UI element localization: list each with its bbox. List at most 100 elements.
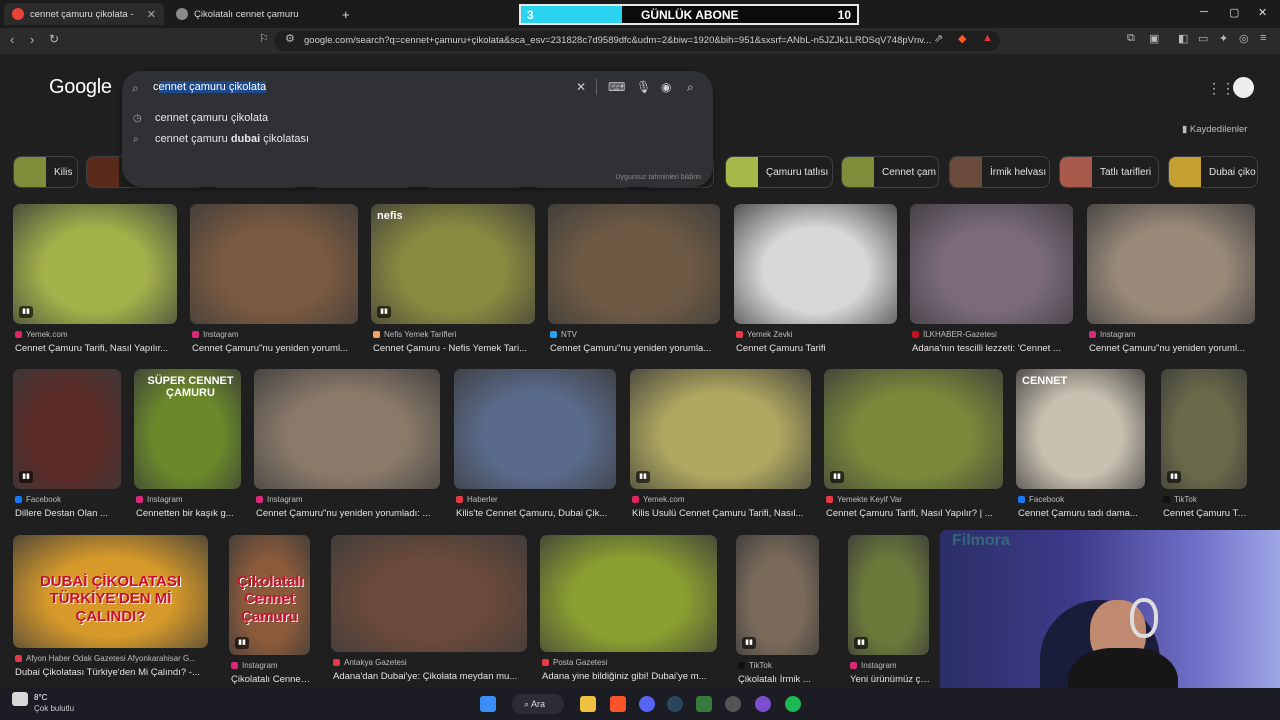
- search-input[interactable]: cennet çamuru çikolata: [153, 81, 267, 93]
- related-chip[interactable]: Cennet çam: [841, 156, 939, 188]
- discord-icon[interactable]: [639, 696, 655, 712]
- result-source[interactable]: İLKHABER-Gazetesi: [912, 330, 1075, 339]
- related-chip[interactable]: Tatlı tarifleri: [1059, 156, 1159, 188]
- saved-link[interactable]: ▮ Kaydedilenler: [1182, 124, 1247, 135]
- image-result[interactable]: Çikolatalı Cennet Çamuru ▮▮ Instagram Çikol…: [229, 535, 312, 685]
- result-title[interactable]: Cennet Çamuru Ta...: [1163, 508, 1249, 519]
- avatar[interactable]: [1233, 77, 1254, 98]
- result-title[interactable]: Cennet Çamuru"nu yeniden yoruml...: [192, 343, 360, 354]
- result-thumbnail[interactable]: [910, 204, 1073, 324]
- spotify-icon[interactable]: [785, 696, 801, 712]
- image-result[interactable]: ▮▮ Yemek.com Kilis Usulü Cennet Çamuru Tar…: [630, 369, 811, 519]
- image-result[interactable]: ▮▮ TikTok Cennet Çamuru Ta...: [1161, 369, 1249, 519]
- image-result[interactable]: nefis ▮▮ Nefis Yemek Tarifleri Cennet Çamur…: [371, 204, 535, 354]
- microphone-icon[interactable]: 🎙: [636, 80, 651, 94]
- steam-icon[interactable]: [667, 696, 683, 712]
- result-source[interactable]: Afyon Haber Odak Gazetesi Afyonkarahisar…: [15, 654, 210, 663]
- result-source[interactable]: Yemekte Keyif Var: [826, 495, 1005, 504]
- result-title[interactable]: Cennet Çamuru Tarifi, Nasıl Yapılır? | .…: [826, 508, 1005, 519]
- close-tab-icon[interactable]: ✕: [147, 8, 156, 21]
- new-tab-button[interactable]: +: [334, 3, 358, 25]
- result-source[interactable]: Yemek Zevki: [736, 330, 899, 339]
- result-title[interactable]: Cennet Çamuru Tarifi: [736, 343, 899, 354]
- image-result[interactable]: CENNET Facebook Cennet Çamuru tadı dama...: [1016, 369, 1145, 519]
- result-source[interactable]: Instagram: [1089, 330, 1257, 339]
- result-thumbnail[interactable]: DUBAİ ÇİKOLATASI TÜRKİYE'DEN Mİ ÇALINDI?: [13, 535, 208, 648]
- image-result[interactable]: DUBAİ ÇİKOLATASI TÜRKİYE'DEN Mİ ÇALINDI?…: [13, 535, 208, 685]
- result-thumbnail[interactable]: [254, 369, 440, 489]
- result-source[interactable]: Instagram: [192, 330, 360, 339]
- menu-icon[interactable]: ≡: [1260, 32, 1266, 44]
- image-result[interactable]: İLKHABER-Gazetesi Adana'nın tescilli lezz…: [910, 204, 1073, 354]
- suggestion-item[interactable]: ◷ cennet çamuru çikolata: [133, 112, 268, 124]
- result-source[interactable]: Yemek.com: [15, 330, 179, 339]
- game-launcher-icon[interactable]: [696, 696, 712, 712]
- result-thumbnail[interactable]: [454, 369, 616, 489]
- result-title[interactable]: Cennet Çamuru Tarifi, Nasıl Yapılır...: [15, 343, 179, 354]
- result-source[interactable]: Yemek.com: [632, 495, 813, 504]
- result-source[interactable]: NTV: [550, 330, 722, 339]
- google-logo[interactable]: Google: [49, 76, 112, 99]
- keyboard-icon[interactable]: ⌨: [608, 80, 625, 94]
- result-thumbnail[interactable]: ▮▮: [13, 204, 177, 324]
- share-icon[interactable]: ⇗: [934, 32, 943, 45]
- result-title[interactable]: Cennet Çamuru - Nefis Yemek Tari...: [373, 343, 537, 354]
- result-title[interactable]: Kilis'te Cennet Çamuru, Dubai Çik...: [456, 508, 618, 519]
- result-title[interactable]: Çikolatalı Cennet ...: [231, 674, 312, 685]
- image-result[interactable]: Posta Gazetesi Adana yine bildiğiniz gibi…: [540, 535, 717, 685]
- result-title[interactable]: Kilis Usulü Cennet Çamuru Tarifi, Nasıl.…: [632, 508, 813, 519]
- result-title[interactable]: Dillere Destan Olan ...: [15, 508, 123, 519]
- result-title[interactable]: Cennet Çamuru"nu yeniden yorumla...: [550, 343, 722, 354]
- result-thumbnail[interactable]: [190, 204, 358, 324]
- result-source[interactable]: TikTok: [1163, 495, 1249, 504]
- report-predictions-link[interactable]: Uygunsuz tahminleri bildirin: [615, 174, 701, 181]
- bookmark-icon[interactable]: ⚐: [259, 32, 269, 45]
- search-submit-icon[interactable]: ⌕: [687, 80, 694, 95]
- result-title[interactable]: Çikolatalı İrmik ...: [738, 674, 821, 685]
- result-source[interactable]: Instagram: [256, 495, 442, 504]
- vpn-icon[interactable]: ◎: [1239, 32, 1249, 45]
- tab-recipe[interactable]: Çikolatalı cennet çamuru: [168, 3, 328, 25]
- image-result[interactable]: ▮▮ Yemekte Keyif Var Cennet Çamuru Tarifi,…: [824, 369, 1003, 519]
- wallet-icon[interactable]: ▣: [1149, 32, 1159, 45]
- result-title[interactable]: Cennet Çamuru"nu yeniden yorumladı: ...: [256, 508, 442, 519]
- rewards-icon[interactable]: ▲: [982, 32, 993, 44]
- result-source[interactable]: Instagram: [850, 661, 931, 670]
- image-result[interactable]: Antakya Gazetesi Adana'dan Dubai'ye: Çiko…: [331, 535, 527, 685]
- result-source[interactable]: Instagram: [136, 495, 243, 504]
- result-thumbnail[interactable]: Çikolatalı Cennet Çamuru ▮▮: [229, 535, 310, 655]
- related-chip[interactable]: Çamuru tatlısı: [725, 156, 833, 188]
- result-thumbnail[interactable]: ▮▮: [13, 369, 121, 489]
- result-thumbnail[interactable]: ▮▮: [736, 535, 819, 655]
- result-title[interactable]: Cennet Çamuru tadı dama...: [1018, 508, 1147, 519]
- brave-icon[interactable]: [610, 696, 626, 712]
- result-thumbnail[interactable]: ▮▮: [848, 535, 929, 655]
- image-result[interactable]: Instagram Cennet Çamuru"nu yeniden yoruml…: [1087, 204, 1255, 354]
- taskbar-search[interactable]: ⌕ Ara: [512, 694, 564, 714]
- back-icon[interactable]: ‹: [10, 32, 14, 47]
- result-thumbnail[interactable]: ▮▮: [630, 369, 811, 489]
- result-title[interactable]: Adana'nın tescilli lezzeti: 'Cennet ...: [912, 343, 1075, 354]
- extensions-icon[interactable]: ⧉: [1127, 32, 1135, 45]
- suggestion-item[interactable]: ⌕ cennet çamuru dubai çikolatası: [133, 133, 309, 145]
- result-source[interactable]: Nefis Yemek Tarifleri: [373, 330, 537, 339]
- reload-icon[interactable]: ↻: [49, 32, 59, 46]
- result-thumbnail[interactable]: [734, 204, 897, 324]
- result-source[interactable]: Antakya Gazetesi: [333, 658, 529, 667]
- result-title[interactable]: Cennet Çamuru"nu yeniden yoruml...: [1089, 343, 1257, 354]
- image-result[interactable]: Haberler Kilis'te Cennet Çamuru, Dubai Çi…: [454, 369, 616, 519]
- result-source[interactable]: Facebook: [1018, 495, 1147, 504]
- related-chip[interactable]: Dubai çiko: [1168, 156, 1258, 188]
- url-field[interactable]: google.com/search?q=cennet+çamuru+çikola…: [274, 31, 1000, 51]
- apps-grid-icon[interactable]: ⋮⋮: [1207, 80, 1235, 97]
- result-title[interactable]: Yeni ürünümüz çik...: [850, 674, 931, 685]
- image-result[interactable]: Instagram Cennet Çamuru"nu yeniden yoruml…: [190, 204, 358, 354]
- result-title[interactable]: Adana'dan Dubai'ye: Çikolata meydan mu..…: [333, 671, 529, 682]
- result-source[interactable]: TikTok: [738, 661, 821, 670]
- result-thumbnail[interactable]: [548, 204, 720, 324]
- reading-list-icon[interactable]: ▭: [1198, 32, 1208, 45]
- leo-ai-icon[interactable]: ✦: [1219, 32, 1228, 45]
- result-thumbnail[interactable]: ▮▮: [824, 369, 1003, 489]
- result-title[interactable]: Adana yine bildiğiniz gibi! Dubai'ye m..…: [542, 671, 719, 682]
- start-icon[interactable]: [480, 696, 496, 712]
